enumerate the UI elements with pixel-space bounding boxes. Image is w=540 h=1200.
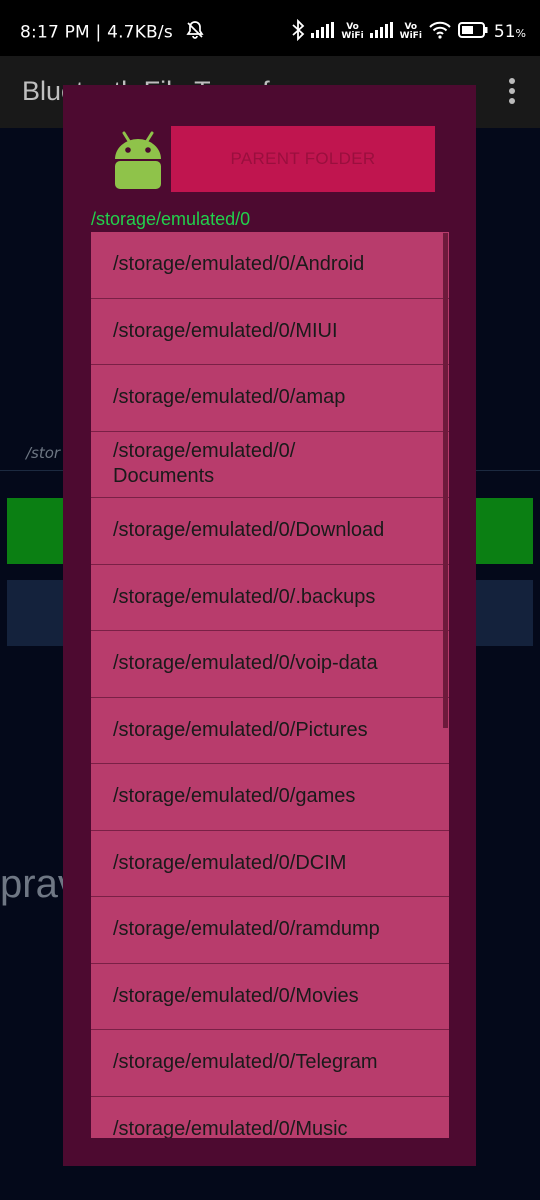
folder-list-item[interactable]: /storage/emulated/0/Telegram xyxy=(91,1030,449,1097)
folder-list-item[interactable]: /storage/emulated/0/Download xyxy=(91,498,449,565)
folder-list-item[interactable]: /storage/emulated/0/Movies xyxy=(91,964,449,1030)
volte-badge-2: Vo WiFi xyxy=(399,22,422,41)
folder-list-item[interactable]: /storage/emulated/0/DCIM xyxy=(91,831,449,897)
status-separator: | xyxy=(95,22,102,43)
bell-muted-icon xyxy=(185,20,205,45)
status-time: 8:17 PM xyxy=(20,22,90,43)
current-path-label: /storage/emulated/0 xyxy=(91,209,251,229)
overflow-menu-icon[interactable] xyxy=(508,78,516,106)
folder-list-item[interactable]: /storage/emulated/0/amap xyxy=(91,365,449,432)
folder-list-item[interactable]: /storage/emulated/0/MIUI xyxy=(91,299,449,365)
status-network-speed: 4.7KB/s xyxy=(107,22,173,43)
folder-list-item[interactable]: /storage/emulated/0/.backups xyxy=(91,565,449,631)
battery-unit: % xyxy=(515,27,526,40)
battery-value: 51 xyxy=(493,22,516,42)
folder-list-item[interactable]: /storage/emulated/0/ Documents xyxy=(91,432,449,498)
signal-icon xyxy=(311,22,335,42)
folder-list-item[interactable]: /storage/emulated/0/Android xyxy=(91,232,449,299)
folder-list-item[interactable]: /storage/emulated/0/Music xyxy=(91,1097,449,1138)
status-right: Vo WiFi Vo WiFi 51% xyxy=(291,18,526,46)
folder-list-item[interactable]: /storage/emulated/0/games xyxy=(91,764,449,831)
folder-list-item[interactable]: /storage/emulated/0/ramdump xyxy=(91,897,449,964)
volte-badge-1: Vo WiFi xyxy=(341,22,364,41)
status-bar: 8:17 PM | 4.7KB/s Vo WiFi Vo WiFi 51% xyxy=(0,0,540,56)
battery-percentage: 51% xyxy=(494,22,526,42)
battery-icon xyxy=(457,22,488,42)
status-left: 8:17 PM | 4.7KB/s xyxy=(20,20,205,45)
parent-folder-button[interactable]: PARENT FOLDER xyxy=(171,126,435,192)
wifi-icon xyxy=(428,21,452,43)
bluetooth-icon xyxy=(291,18,305,45)
folder-list-item[interactable]: /storage/emulated/0/voip-data xyxy=(91,631,449,698)
background-path-label: /stor xyxy=(26,444,61,462)
folder-picker-dialog: PARENT FOLDER /storage/emulated/0 /stora… xyxy=(63,85,476,1166)
signal-icon xyxy=(369,22,394,42)
android-icon xyxy=(109,129,167,193)
folder-list-item[interactable]: /storage/emulated/0/Pictures xyxy=(91,698,449,764)
folder-list[interactable]: /storage/emulated/0/Android/storage/emul… xyxy=(91,232,449,1138)
list-scrollbar[interactable] xyxy=(443,233,448,728)
